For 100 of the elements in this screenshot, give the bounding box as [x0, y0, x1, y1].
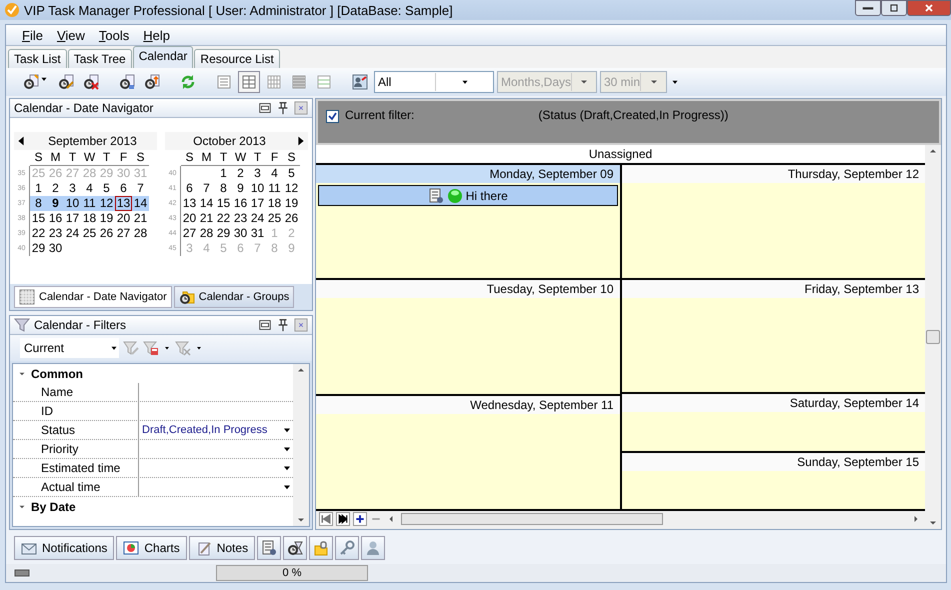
weekday-label: S: [30, 150, 47, 166]
calendar-day[interactable]: 19: [283, 196, 300, 211]
day-header[interactable]: Monday, September 09: [316, 165, 620, 183]
calendar-day[interactable]: 3: [249, 166, 266, 181]
panel-tab[interactable]: Notifications: [14, 536, 114, 560]
dropdown[interactable]: All: [374, 71, 494, 93]
calendar-day[interactable]: 22: [215, 211, 232, 226]
calendar-day[interactable]: 31: [249, 226, 266, 241]
calendar-day[interactable]: 8: [30, 196, 47, 211]
calendar-day[interactable]: 13: [115, 196, 132, 211]
tab[interactable]: Calendar: [132, 46, 194, 68]
calendar-day[interactable]: 25: [81, 226, 98, 241]
panel-tab[interactable]: Calendar - Date Navigator: [14, 286, 172, 308]
month-title: September 2013: [47, 134, 138, 148]
panel-title: Calendar - Date Navigator: [14, 101, 154, 115]
calendar-day[interactable]: 27: [181, 226, 198, 241]
month-title: October 2013: [192, 134, 267, 148]
tab[interactable]: Resource List: [194, 49, 280, 68]
calendar-day[interactable]: 1: [215, 166, 232, 181]
menu-item[interactable]: File: [16, 26, 49, 44]
calendar-day[interactable]: 21: [132, 211, 149, 226]
tab[interactable]: Task Tree: [68, 49, 132, 68]
day-header[interactable]: Sunday, September 15: [622, 452, 925, 471]
calendar-day[interactable]: 22: [30, 226, 47, 241]
calendar-day[interactable]: 27: [115, 226, 132, 241]
menu-item[interactable]: Tools: [92, 26, 136, 44]
calendar-day[interactable]: 18: [81, 211, 98, 226]
calendar-day[interactable]: 2: [232, 166, 249, 181]
day-header[interactable]: Saturday, September 14: [622, 394, 925, 412]
calendar-day[interactable]: 7: [198, 181, 215, 196]
calendar-day[interactable]: 30: [47, 241, 64, 256]
calendar-day[interactable]: 9: [47, 196, 64, 211]
weekday-label: F: [266, 150, 283, 166]
calendar-day[interactable]: 6: [181, 181, 198, 196]
calendar-day[interactable]: 24: [64, 226, 81, 241]
calendar-day[interactable]: 23: [47, 226, 64, 241]
calendar-day[interactable]: 28: [198, 226, 215, 241]
calendar-day[interactable]: 12: [98, 196, 115, 211]
day-header[interactable]: Thursday, September 12: [622, 165, 925, 183]
day-header[interactable]: Friday, September 13: [622, 280, 925, 298]
weekday-label: T: [98, 150, 115, 166]
calendar-day[interactable]: 20: [115, 211, 132, 226]
calendar-day[interactable]: 7: [132, 181, 149, 196]
weekday-label: W: [232, 150, 249, 166]
calendar-day[interactable]: 12: [283, 181, 300, 196]
menu-item[interactable]: Help: [137, 26, 176, 44]
tab[interactable]: Task List: [8, 49, 67, 68]
calendar-day[interactable]: 11: [81, 196, 98, 211]
filter-dropdown[interactable]: Current: [20, 338, 119, 358]
calendar-day[interactable]: 16: [47, 211, 64, 226]
calendar-day[interactable]: 10: [249, 181, 266, 196]
day-header[interactable]: Tuesday, September 10: [316, 280, 620, 298]
panel-tab[interactable]: Notes: [188, 536, 256, 560]
calendar-day[interactable]: 21: [198, 211, 215, 226]
calendar-day[interactable]: 15: [30, 211, 47, 226]
calendar-day[interactable]: 9: [232, 181, 249, 196]
calendar-day[interactable]: 29: [30, 241, 47, 256]
calendar-day[interactable]: 28: [132, 226, 149, 241]
weekday-label: S: [181, 150, 198, 166]
calendar-day[interactable]: 10: [64, 196, 81, 211]
weekday-label: F: [115, 150, 132, 166]
calendar-day[interactable]: 26: [98, 226, 115, 241]
filter-expression: (Status (Draft,Created,In Progress)): [538, 108, 728, 122]
calendar-day[interactable]: 24: [249, 211, 266, 226]
calendar-day[interactable]: 25: [266, 211, 283, 226]
calendar-day[interactable]: 30: [232, 226, 249, 241]
calendar-day[interactable]: 5: [98, 181, 115, 196]
group-header: Common: [31, 366, 83, 380]
calendar-day[interactable]: 16: [232, 196, 249, 211]
calendar-day[interactable]: 14: [132, 196, 149, 211]
calendar-day[interactable]: 26: [283, 211, 300, 226]
panel-title: Calendar - Filters: [34, 318, 128, 332]
calendar-day[interactable]: 15: [215, 196, 232, 211]
menu-item[interactable]: View: [50, 26, 91, 44]
calendar-day[interactable]: 1: [30, 181, 47, 196]
day-header[interactable]: Wednesday, September 11: [316, 396, 620, 414]
calendar-day[interactable]: 17: [249, 196, 266, 211]
calendar-day[interactable]: 13: [181, 196, 198, 211]
weekday-label: M: [47, 150, 64, 166]
property-name: Estimated time: [17, 459, 139, 477]
calendar-day[interactable]: 23: [232, 211, 249, 226]
weekday-label: W: [81, 150, 98, 166]
calendar-day[interactable]: 8: [215, 181, 232, 196]
panel-tab[interactable]: Calendar - Groups: [174, 286, 294, 308]
panel-tab[interactable]: Charts: [116, 536, 187, 560]
calendar-day[interactable]: 2: [47, 181, 64, 196]
calendar-day[interactable]: 4: [266, 166, 283, 181]
calendar-day[interactable]: 3: [64, 181, 81, 196]
calendar-day[interactable]: 5: [283, 166, 300, 181]
task-item[interactable]: Hi there: [318, 185, 618, 206]
calendar-day[interactable]: 29: [215, 226, 232, 241]
calendar-day[interactable]: 19: [98, 211, 115, 226]
calendar-day[interactable]: 4: [81, 181, 98, 196]
calendar-day[interactable]: 14: [198, 196, 215, 211]
calendar-day[interactable]: 11: [266, 181, 283, 196]
calendar-day[interactable]: 20: [181, 211, 198, 226]
calendar-day[interactable]: 17: [64, 211, 81, 226]
calendar-day[interactable]: 18: [266, 196, 283, 211]
calendar-day[interactable]: 6: [115, 181, 132, 196]
weekday-label: S: [283, 150, 300, 166]
